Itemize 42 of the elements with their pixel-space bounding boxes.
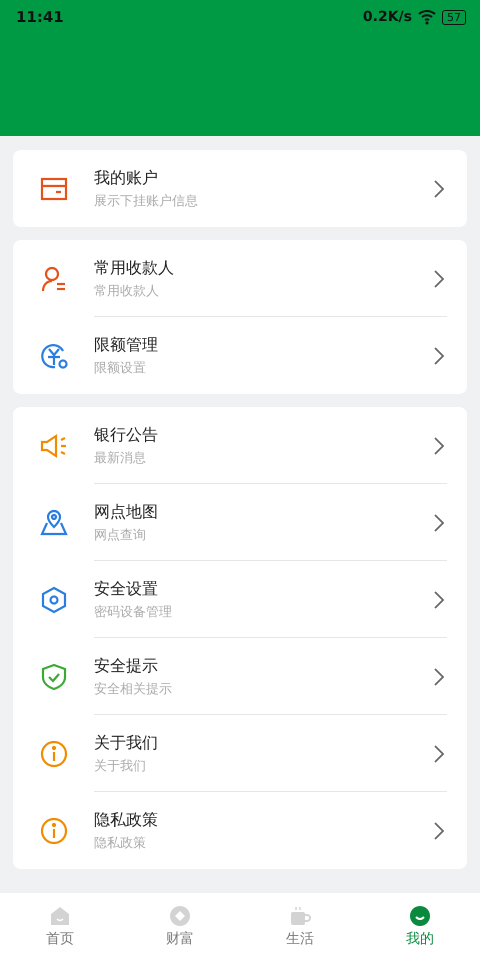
chevron-right-icon[interactable] <box>433 820 445 840</box>
chevron-right-icon[interactable] <box>433 744 445 764</box>
chevron-right-icon[interactable] <box>433 178 445 198</box>
menu-item-title[interactable]: 关于我们 <box>94 732 433 754</box>
menu-item-subtitle: 展示下挂账户信息 <box>94 192 199 210</box>
status-time: 11:41 <box>16 8 64 26</box>
chevron-right-icon[interactable] <box>433 268 445 288</box>
menu-item-title[interactable]: 我的账户 <box>94 168 433 188</box>
menu-item-subtitle: 密码设备管理 <box>94 604 173 620</box>
smile-icon <box>409 905 431 927</box>
menu-item-title[interactable]: 常用收款人 <box>94 258 433 278</box>
battery-level: 57 <box>442 10 466 24</box>
chevron-right-icon[interactable] <box>433 346 445 366</box>
nav-tab[interactable]: 首页 <box>0 893 120 960</box>
menu-item-subtitle: 限额设置 <box>94 360 147 376</box>
menu-item-title[interactable]: 银行公告 <box>94 424 433 446</box>
wifi-icon <box>418 9 436 25</box>
menu-item-title[interactable]: 网点地图 <box>94 502 433 522</box>
menu-item-title[interactable]: 限额管理 <box>94 334 433 356</box>
nav-tab[interactable]: 财富 <box>120 893 240 960</box>
menu-item-subtitle: 最新消息 <box>94 450 147 466</box>
cup-icon <box>289 905 311 927</box>
info-icon <box>38 816 68 846</box>
chevron-right-icon[interactable] <box>433 590 445 610</box>
menu-item-title[interactable]: 隐私政策 <box>94 810 433 830</box>
nav-tab[interactable]: 我的 <box>360 893 480 960</box>
info-icon <box>38 738 68 768</box>
chevron-right-icon[interactable] <box>433 436 445 456</box>
nav-tab[interactable]: 生活 <box>240 893 360 960</box>
map-pin-icon <box>38 508 68 538</box>
menu-item-title[interactable]: 安全提示 <box>94 656 433 676</box>
chevron-right-icon[interactable] <box>433 666 445 686</box>
chevron-right-icon[interactable] <box>433 512 445 532</box>
menu-item-subtitle: 关于我们 <box>94 758 147 774</box>
menu-item-subtitle: 安全相关提示 <box>94 680 173 698</box>
menu-item-subtitle: 隐私政策 <box>94 834 147 852</box>
menu-item-subtitle: 常用收款人 <box>94 282 160 300</box>
menu-item-subtitle: 网点查询 <box>94 526 147 544</box>
home-icon <box>49 905 71 927</box>
menu-item-title[interactable]: 安全设置 <box>94 578 433 600</box>
network-speed: 0.2K/s <box>362 9 412 25</box>
coin-icon <box>169 905 191 927</box>
